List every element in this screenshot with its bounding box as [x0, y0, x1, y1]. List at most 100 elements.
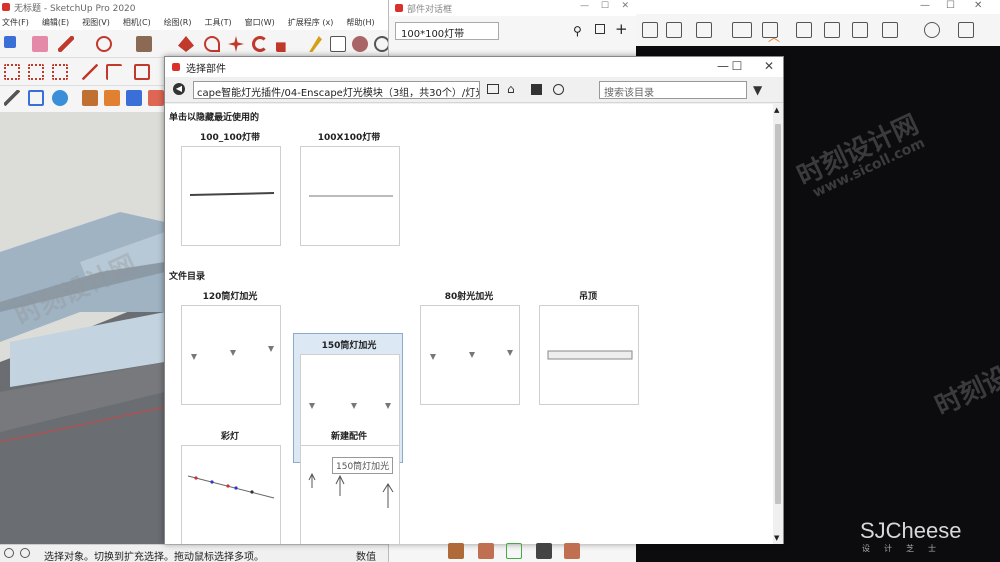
component-card-recent-1[interactable]: 100_100灯带 [175, 126, 285, 256]
section-plane-icon[interactable] [28, 90, 44, 106]
window-minimize-icon[interactable]: — [920, 0, 930, 11]
dialog-search-input[interactable]: 搜索该目录 [599, 81, 747, 99]
info-icon[interactable] [4, 548, 14, 558]
menu-help[interactable]: 帮助(H) [346, 17, 374, 28]
push-pull-icon[interactable] [178, 36, 194, 52]
menu-draw[interactable]: 绘图(R) [164, 17, 192, 28]
component-card-5[interactable]: 彩灯 [175, 425, 285, 544]
chevron-up-icon[interactable]: ︿ [768, 28, 780, 45]
window-maximize-icon[interactable]: ☐ [946, 0, 955, 11]
save-icon[interactable] [595, 24, 605, 34]
check-icon[interactable] [506, 543, 522, 559]
menu-camera[interactable]: 相机(C) [123, 17, 151, 28]
sketchup-titlebar: 无标题 - SketchUp Pro 2020 [0, 0, 390, 14]
menu-bar: 文件(F) 编辑(E) 视图(V) 相机(C) 绘图(R) 工具(T) 窗口(W… [0, 14, 390, 30]
panel-maximize-icon[interactable]: ☐ [601, 1, 609, 11]
component-card-1[interactable]: 120筒灯加光 [175, 285, 285, 415]
outer-shell-icon[interactable] [148, 90, 164, 106]
status-text: 选择对象。切换到扩充选择。拖动鼠标选择多项。 [44, 552, 264, 562]
component-icon[interactable] [82, 90, 98, 106]
search-icon[interactable]: ⚲ [573, 24, 582, 38]
dialog-close-icon[interactable]: ✕ [757, 59, 781, 73]
scale-tool-icon[interactable] [276, 42, 286, 52]
tool-icon-1[interactable] [448, 543, 464, 559]
card-thumbnail [300, 146, 400, 246]
components-search-input[interactable]: 100*100灯带 [395, 22, 499, 40]
card-thumbnail [420, 305, 520, 405]
arc-tool-icon[interactable] [96, 36, 112, 52]
warehouse-icon[interactable] [882, 22, 898, 38]
component-card-recent-2[interactable]: 100X100灯带 [294, 126, 404, 256]
square-frame-icon[interactable] [134, 64, 150, 80]
menu-file[interactable]: 文件(F) [2, 17, 29, 28]
dotted-x-icon[interactable] [52, 64, 68, 80]
follow-me-icon[interactable] [204, 36, 220, 52]
menu-view[interactable]: 视图(V) [82, 17, 110, 28]
menu-extensions[interactable]: 扩展程序 (x) [288, 17, 334, 28]
eraser-icon[interactable] [32, 36, 48, 52]
component-card-4[interactable]: 吊顶 [533, 285, 643, 415]
dropper-icon[interactable] [536, 543, 552, 559]
line-tool-icon[interactable] [58, 36, 74, 52]
scroll-up-icon[interactable]: ▲ [774, 106, 779, 114]
card-thumbnail [181, 305, 281, 405]
card-thumbnail [181, 146, 281, 246]
menu-window[interactable]: 窗口(W) [245, 17, 275, 28]
component-card-6[interactable]: 新建配件 [294, 425, 404, 544]
menu-edit[interactable]: 编辑(E) [42, 17, 69, 28]
globe-icon[interactable] [553, 84, 564, 95]
panel-close-icon[interactable]: ✕ [621, 1, 629, 11]
card-label: 彩灯 [220, 432, 239, 442]
tape-measure-icon[interactable] [309, 36, 322, 52]
vertical-scrollbar[interactable]: ▲ ▼ [773, 104, 783, 544]
panel-minimize-icon[interactable]: — [580, 1, 589, 11]
settings-icon[interactable] [958, 22, 974, 38]
move-tool-icon[interactable] [228, 36, 244, 52]
tool-icon-5[interactable] [564, 543, 580, 559]
card-thumbnail [539, 305, 639, 405]
dialog-maximize-icon[interactable]: ☐ [725, 59, 749, 73]
box-icon[interactable] [852, 22, 868, 38]
corner-line-icon[interactable] [106, 64, 122, 80]
text-tool-icon[interactable] [330, 36, 346, 52]
pencil-icon[interactable] [4, 90, 20, 106]
menu-tools[interactable]: 工具(T) [205, 17, 232, 28]
help-icon[interactable] [20, 548, 30, 558]
diagonal-line-icon[interactable] [82, 64, 98, 80]
sketchup-logo-icon [2, 3, 10, 11]
sketchup-title: 无标题 - SketchUp Pro 2020 [14, 3, 136, 14]
card-label: 100X100灯带 [317, 133, 381, 143]
home-icon[interactable]: ⌂ [507, 82, 515, 96]
select-tool-icon[interactable] [4, 36, 16, 48]
toolbar-icon-a[interactable] [642, 22, 658, 38]
component-card-3[interactable]: 80射光加光 [414, 285, 524, 415]
add-icon[interactable]: + [615, 20, 628, 38]
scroll-thumb[interactable] [775, 124, 781, 504]
folder-heading: 文件目录 [169, 272, 206, 282]
tool-icon-2[interactable] [478, 543, 494, 559]
rectangle-tool-icon[interactable] [136, 36, 152, 52]
panorama-360-icon[interactable] [732, 22, 752, 38]
solid-tool-icon[interactable] [126, 90, 142, 106]
back-icon[interactable]: ◀ [173, 83, 185, 95]
rotate-tool-icon[interactable] [252, 36, 268, 52]
gift-icon[interactable] [531, 84, 542, 95]
eye-icon[interactable] [924, 22, 940, 38]
recent-heading[interactable]: 单击以隐藏最近使用的 [169, 110, 259, 123]
clapper-icon[interactable] [666, 22, 682, 38]
path-field[interactable]: cape智能灯光插件/04-Enscape灯光模块（3组，共30个）/灯光 [193, 81, 480, 99]
right-window-titlebar: — ☐ ✕ [636, 0, 1000, 14]
image-icon[interactable] [824, 22, 840, 38]
scroll-down-icon[interactable]: ▼ [774, 534, 779, 542]
dotted-select-icon[interactable] [4, 64, 20, 80]
filter-icon[interactable]: ▼ [753, 83, 762, 97]
paint-bucket-icon[interactable] [352, 36, 368, 52]
components-panel-title: 部件对话框 [407, 4, 453, 15]
window-close-icon[interactable]: ✕ [974, 0, 982, 11]
book-icon[interactable] [796, 22, 812, 38]
dotted-cross-icon[interactable] [28, 64, 44, 80]
sandbox-icon[interactable] [52, 90, 68, 106]
export-icon[interactable] [696, 22, 712, 38]
folder-icon[interactable] [487, 84, 499, 94]
group-icon[interactable] [104, 90, 120, 106]
